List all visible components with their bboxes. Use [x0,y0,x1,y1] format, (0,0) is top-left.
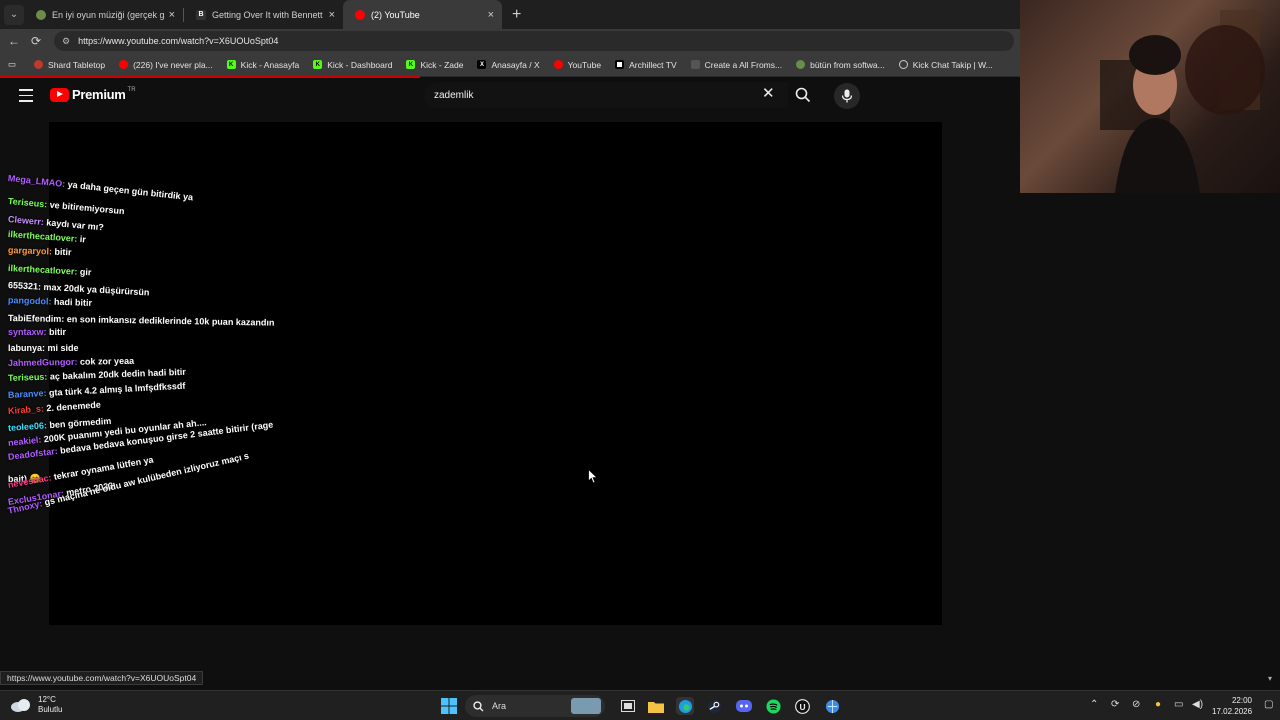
edge-browser-icon[interactable] [676,697,694,715]
microphone-tray-icon[interactable]: ● [1155,699,1161,710]
sidebar-toggle-icon[interactable]: ▭ [8,59,16,70]
youtube-header: Premium TR zademlik ✕ [0,78,1020,114]
task-view-icon[interactable] [619,697,637,715]
tab-close-icon[interactable]: × [169,9,175,21]
spotify-icon[interactable] [764,697,782,715]
mouse-cursor-icon [588,468,598,489]
tab-list-menu-icon[interactable]: ⌄ [4,4,24,25]
tab-title: En iyi oyun müziği (gerçek gamer [52,9,165,20]
svg-text:U: U [799,701,805,711]
tab-strip: ⌄ En iyi oyun müziği (gerçek gamer × B G… [0,0,1020,29]
cloud-icon [11,699,30,712]
back-icon[interactable]: ← [6,34,22,48]
link-status-bar: https://www.youtube.com/watch?v=X6UOUoSp… [0,671,204,685]
streamer-figure [1100,10,1265,193]
tab-title: Getting Over It with Bennett Fodd [212,9,325,20]
speaker-icon[interactable]: ◀) [1192,699,1203,710]
search-highlight-icon [571,698,601,714]
search-clear-icon[interactable]: ✕ [762,86,775,102]
tab-2[interactable]: B Getting Over It with Bennett Fodd × [184,0,343,29]
scroll-down-icon[interactable]: ▾ [1268,674,1272,683]
new-tab-icon[interactable]: + [512,6,521,24]
clock-date: 17.02.2026 [1212,707,1253,716]
logo-text: Premium [72,87,126,102]
address-bar: ← ⟳ ⚙ https://www.youtube.com/watch?v=X6… [0,29,1020,53]
right-panel [1020,193,1280,690]
weather-temp: 12°C [38,695,56,704]
region-code: TR [127,87,136,93]
search-icon [473,700,484,711]
youtube-favicon-icon [553,60,563,69]
network-off-icon[interactable]: ⊘ [1132,699,1140,710]
file-explorer-icon[interactable] [647,697,665,715]
youtube-play-icon [50,87,69,102]
bookmark-shard-tabletop[interactable]: Shard Tabletop [34,60,105,70]
bookmark-youtube[interactable]: YouTube [553,60,601,70]
tab-favicon-icon: B [196,9,206,20]
tab-favicon-icon [36,9,46,20]
menu-icon[interactable] [19,89,33,106]
app-globe-icon[interactable] [823,697,841,715]
search-button[interactable] [788,82,818,108]
system-clock[interactable]: 22:00 17.02.2026 [1212,695,1252,717]
tab-close-icon[interactable]: × [488,9,494,21]
windows-taskbar: 12°C Bulutlu Ara U ⌃ ⟳ ⊘ ● ▭ ◀) 22:00 17… [0,690,1280,720]
bookmark-butun-from[interactable]: bütün from softwa... [796,60,885,70]
weather-widget[interactable]: 12°C Bulutlu [10,695,62,715]
steam-icon[interactable] [705,697,723,715]
tab-close-icon[interactable]: × [329,9,335,21]
discord-icon[interactable] [735,697,753,715]
globe-favicon-icon [898,60,908,69]
search-query: zademlik [434,89,474,101]
notification-bell-icon[interactable]: ▢ [1264,699,1273,710]
tray-overflow-icon[interactable]: ⌃ [1090,699,1098,710]
bookmark-kick-anasayfa[interactable]: K Kick - Anasayfa [226,60,299,70]
search-placeholder: Ara [492,701,507,711]
bookmarks-bar: ▭ Shard Tabletop (226) I've never pla...… [0,53,1020,77]
microphone-icon [841,89,853,103]
bookmark-favicon-icon [34,60,44,69]
unreal-engine-icon[interactable]: U [793,697,811,715]
kick-favicon-icon: K [406,60,416,69]
document-favicon-icon [690,60,700,69]
monitor-icon[interactable]: ▭ [1174,699,1183,710]
kick-favicon-icon: K [313,60,323,69]
site-info-icon[interactable]: ⚙ [62,36,70,47]
webcam-overlay [1020,0,1280,193]
bookmark-kick-chat-takip[interactable]: Kick Chat Takip | W... [898,60,993,70]
youtube-premium-logo[interactable]: Premium TR [50,87,136,102]
voice-search-button[interactable] [834,83,860,109]
archillect-favicon-icon [615,60,625,69]
taskbar-search[interactable]: Ara [465,695,605,717]
leaf-favicon-icon [796,60,806,69]
search-icon [795,87,811,103]
url-text: https://www.youtube.com/watch?v=X6UOUoSp… [78,36,279,46]
x-favicon-icon: X [477,60,487,69]
kick-favicon-icon: K [226,60,236,69]
browser-window: ⌄ En iyi oyun müziği (gerçek gamer × B G… [0,0,1020,690]
windows-start-icon[interactable] [440,697,458,715]
bookmark-create-froms[interactable]: Create a All Froms... [690,60,782,70]
bookmark-archillect[interactable]: Archillect TV [615,60,677,70]
tab-3-active[interactable]: (2) YouTube × [343,0,502,29]
weather-desc: Bulutlu [38,705,63,714]
youtube-favicon-icon [119,60,129,69]
status-url: https://www.youtube.com/watch?v=X6UOUoSp… [7,673,197,683]
bookmark-x-anasayfa[interactable]: X Anasayfa / X [477,60,540,70]
tab-1[interactable]: En iyi oyun müziği (gerçek gamer × [24,0,183,29]
bookmark-kick-dashboard[interactable]: K Kick - Dashboard [313,60,392,70]
search-input[interactable]: zademlik [424,82,788,108]
bookmark-youtube-video[interactable]: (226) I've never pla... [119,60,213,70]
sync-icon[interactable]: ⟳ [1111,699,1119,710]
tab-title: (2) YouTube [371,9,420,20]
video-player[interactable] [49,122,942,625]
clock-time: 22:00 [1231,696,1252,705]
youtube-favicon-icon [355,9,365,20]
bookmark-kick-zade[interactable]: K Kick - Zade [406,60,463,70]
url-field[interactable]: ⚙ https://www.youtube.com/watch?v=X6UOUo… [54,31,1014,51]
reload-icon[interactable]: ⟳ [28,34,44,48]
